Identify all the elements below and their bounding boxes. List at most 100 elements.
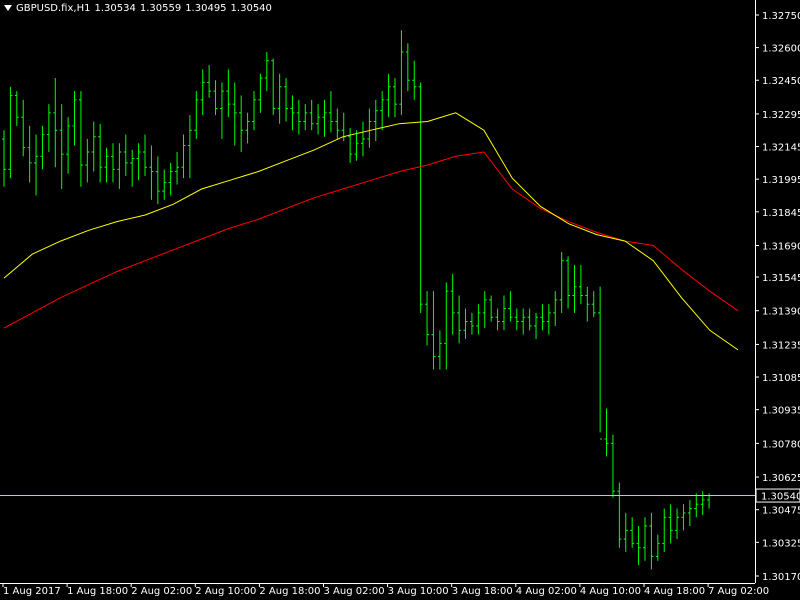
ohlc-bar [463,308,468,339]
price-tick-label: 1.30935 [762,406,800,417]
price-tick-label: 1.30625 [762,473,800,484]
ohlc-bar [181,134,186,179]
price-tick-label: 1.32600 [762,44,800,55]
ohlc-bar [700,491,705,516]
ohlc-bar [578,265,583,305]
ohlc-bar [495,308,500,331]
ohlc-bar [21,99,26,157]
ohlc-bar [668,504,673,544]
ohlc-bar [123,134,128,176]
ohlc-bar [380,91,385,131]
ohlc-bar [136,143,141,181]
ohlc-bar [425,291,430,346]
price-tick-label: 1.31545 [762,273,800,284]
ohlc-bar [348,128,353,163]
ohlc-bar [514,308,519,331]
ohlc-bar [168,162,173,196]
ohlc-bar [643,517,647,561]
ohlc-bar [559,252,564,313]
ohlc-bar [27,125,32,183]
ohlc-bar [46,104,51,152]
ohlc-bar [219,82,224,139]
ohlc-bar [482,291,487,329]
ohlc-bar [207,65,212,98]
ohlc-bar [386,73,391,118]
ohlc-bar [534,312,539,339]
price-tick-label: 1.31690 [762,241,800,252]
ohlc-bar [66,117,71,174]
ohlc-bar [489,295,494,322]
ohlc-bar [444,282,449,370]
price-tick-label: 1.31845 [762,208,800,219]
ohlc-bar [412,60,417,100]
ohlc-bar [155,156,160,205]
ohlc-bar [585,286,590,322]
price-tick-label: 1.31390 [762,307,800,318]
ohlc-bar [335,108,340,139]
ohlc-bar [598,286,603,440]
ohlc-bar [437,330,442,370]
ohlc-bar [53,78,58,168]
ohlc-bar [675,508,680,540]
ohlc-bar [110,143,115,183]
time-tick-label: 4 Aug 18:00 [644,586,705,597]
ohlc-bar [354,130,359,161]
ohlc-bar [405,43,410,92]
ohlc-bar [367,108,372,148]
ohlc-bar [508,291,513,322]
ohlc-bar [162,169,167,200]
ohlc-bar [328,91,333,133]
ohlc-bar [264,51,269,92]
time-tick-label: 3 Aug 02:00 [324,586,385,597]
ohlc-bar [194,91,199,139]
ohlc-bar [232,82,237,146]
ohlc-bar [143,134,148,176]
ohlc-bar [130,149,135,187]
ohlc-bar [476,304,481,335]
ohlc-bar [91,121,96,172]
time-tick-label: 7 Aug 02:00 [708,586,769,597]
time-tick-label: 2 Aug 10:00 [195,586,256,597]
ohlc-bar [316,104,321,135]
ohlc-bar [373,99,378,142]
time-tick-label: 4 Aug 10:00 [580,586,641,597]
price-tick-label: 1.32750 [762,11,800,22]
ohlc-bar [630,517,635,548]
ma-slow-line [3,151,739,329]
ohlc-bar [226,69,231,118]
ohlc-bar [175,151,180,185]
ohlc-bar [251,91,256,131]
ohlc-bar [521,308,526,335]
time-tick-label: 3 Aug 18:00 [452,586,513,597]
ohlc-bar [681,504,686,531]
ohlc-bar [245,112,250,144]
time-scale: 1 Aug 2017 1 Aug 18:00 2 Aug 02:00 2 Aug 10… [2,583,769,597]
ohlc-bar [2,130,6,187]
time-tick-label: 1 Aug 2017 [3,586,61,597]
price-tick-label: 1.32295 [762,110,800,121]
ma-fast-line [3,112,739,351]
ohlc-bar [617,482,622,548]
ohlc-bar [610,434,615,498]
ohlc-bar [149,145,154,200]
price-tick-label: 1.32145 [762,143,800,154]
price-tick-label: 1.32450 [762,76,800,87]
price-chart[interactable]: 1.32750 1.32600 1.32450 1.32295 1.32145 1.319… [0,0,800,600]
price-tick-label: 1.30475 [762,506,800,517]
ohlc-bar [104,147,109,183]
ohlc-bar [566,256,571,309]
price-tick-label: 1.31085 [762,373,800,384]
ohlc-bar [303,104,308,131]
ohlc-bar [213,80,218,116]
ohlc-bar [59,104,64,189]
ohlc-bar [591,291,596,318]
time-tick-label: 3 Aug 10:00 [388,586,449,597]
ohlc-bar [393,78,398,118]
time-tick-label: 2 Aug 18:00 [259,586,320,597]
ohlc-bar [117,143,122,189]
ohlc-bar [309,99,314,131]
ohlc-bar [450,273,455,335]
ohlc-bar [258,73,263,113]
ohlc-bar [14,91,19,126]
ohlc-bar [271,58,276,116]
